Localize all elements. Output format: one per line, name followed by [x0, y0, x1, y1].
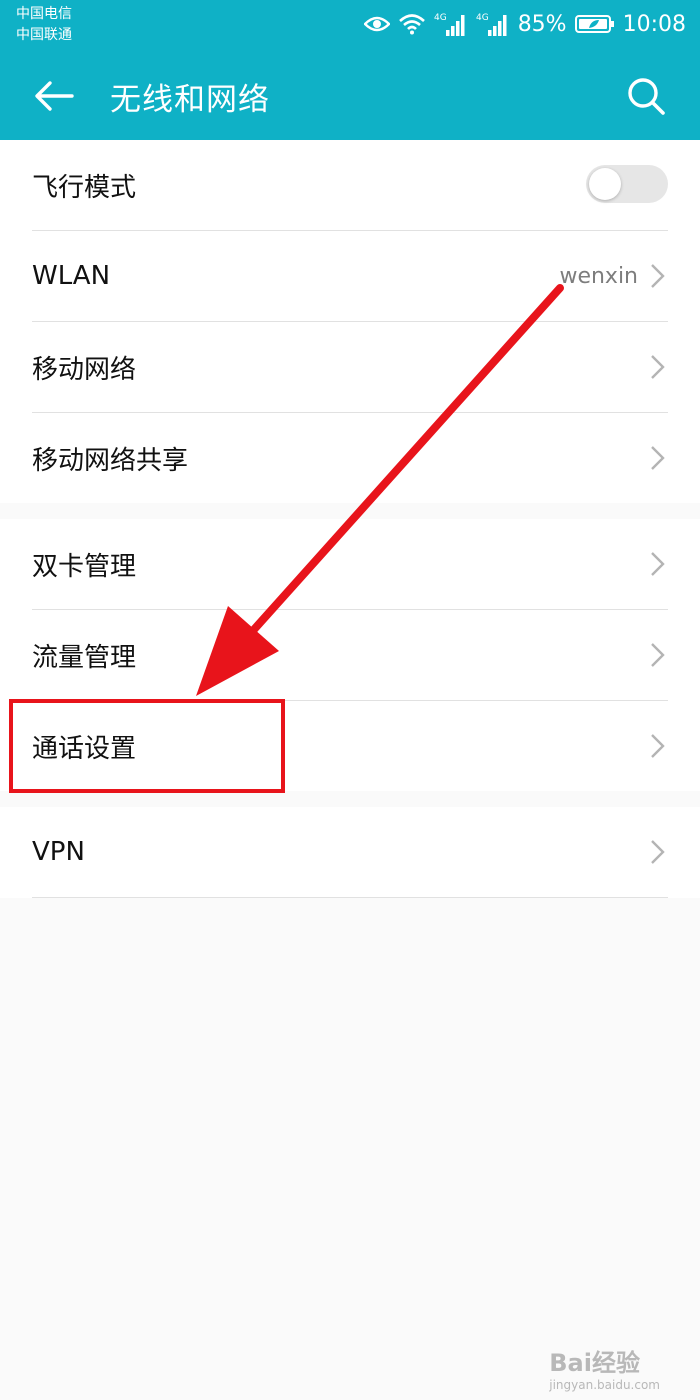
- watermark-url: jingyan.baidu.com: [549, 1378, 660, 1392]
- annotation-arrow: [196, 284, 564, 696]
- watermark-logo: Bai经验 jingyan.baidu.com: [549, 1343, 660, 1392]
- watermark-text: Bai经验: [549, 1349, 640, 1377]
